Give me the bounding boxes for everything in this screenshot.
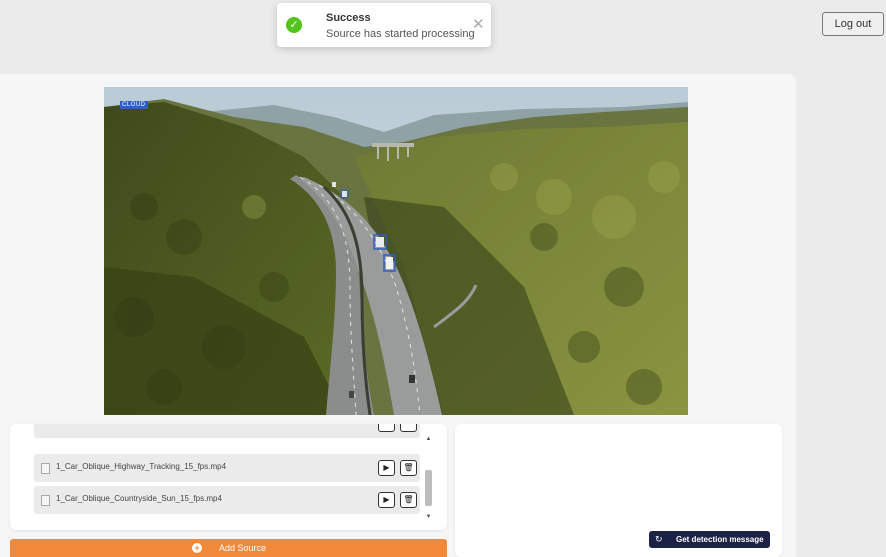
play-button[interactable]: [378, 424, 395, 432]
scroll-up-icon[interactable]: ▲: [424, 436, 433, 444]
logout-button[interactable]: Log out: [822, 12, 884, 36]
refresh-icon: ↻: [655, 534, 663, 544]
scroll-thumb[interactable]: [425, 470, 432, 506]
close-icon[interactable]: ✕: [472, 17, 485, 32]
video-overlay-tag: CLOUD: [120, 101, 148, 109]
delete-button[interactable]: 🗑: [400, 460, 417, 476]
list-scrollbar[interactable]: ▲ ▼: [424, 436, 433, 523]
trash-icon: 🗑: [403, 495, 414, 504]
toast-title: Success: [326, 12, 371, 24]
toast-message: Source has started processing: [326, 28, 475, 40]
trash-icon: 🗑: [403, 463, 414, 472]
get-detection-message-button[interactable]: ↻ Get detection message: [649, 531, 770, 548]
file-icon: [41, 463, 50, 474]
scroll-down-icon[interactable]: ▼: [424, 514, 433, 522]
play-button[interactable]: ▶: [378, 492, 395, 508]
file-icon: [41, 495, 50, 506]
delete-button[interactable]: 🗑: [400, 492, 417, 508]
success-toast: ✓ Success Source has started processing …: [277, 3, 491, 47]
video-player[interactable]: CLOUD: [104, 87, 688, 415]
add-source-label: Add Source: [219, 543, 267, 553]
source-list: 1_Car_Oblique_Highway_Tracking_15_fps.mp…: [10, 424, 447, 530]
add-source-button[interactable]: + Add Source: [10, 539, 447, 557]
file-name: 1_Car_Oblique_Highway_Tracking_15_fps.mp…: [56, 462, 227, 471]
list-item: 1_Car_Oblique_Countryside_Sun_15_fps.mp4…: [34, 486, 420, 514]
file-name: 1_Car_Oblique_Countryside_Sun_15_fps.mp4: [56, 494, 222, 503]
list-item: 1_Car_Oblique_Highway_Tracking_15_fps.mp…: [34, 454, 420, 482]
delete-button[interactable]: [400, 424, 417, 432]
play-icon: ▶: [383, 495, 390, 504]
check-circle-icon: ✓: [286, 17, 302, 33]
play-icon: ▶: [383, 463, 390, 472]
detection-panel: ↻ Get detection message: [455, 424, 782, 557]
list-item: [34, 424, 420, 438]
play-button[interactable]: ▶: [378, 460, 395, 476]
plus-circle-icon: +: [192, 543, 202, 553]
detection-button-label: Get detection message: [676, 535, 764, 544]
video-frame: [104, 87, 688, 415]
